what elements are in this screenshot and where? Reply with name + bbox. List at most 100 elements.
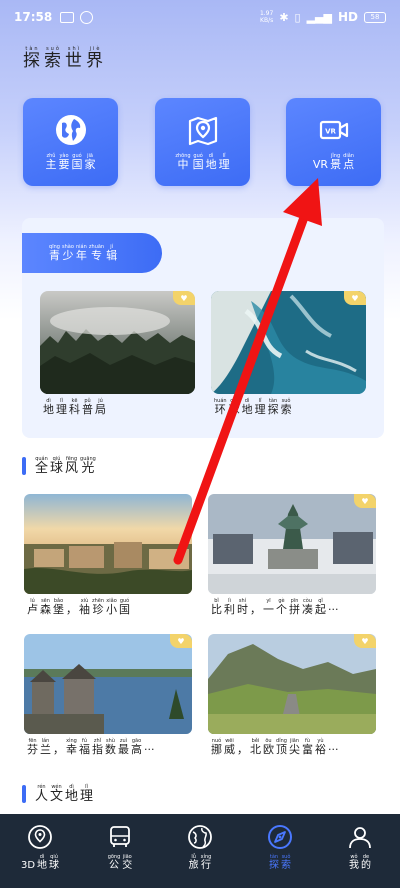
- youth-card-geography-science[interactable]: ♥: [40, 291, 195, 394]
- section-accent-bar: [22, 457, 26, 476]
- ruby-char: lǐ 理: [56, 398, 67, 416]
- battery-icon: 58: [364, 11, 386, 23]
- hanzi: 环: [214, 403, 226, 416]
- ruby-char: shí 时: [237, 598, 248, 616]
- hanzi: 点: [343, 157, 355, 171]
- check-circle-icon: [80, 10, 94, 24]
- ruby-char: dì 地: [242, 398, 253, 416]
- ruby-char: ōu 欧: [263, 738, 274, 756]
- ruby-char: guó 国: [193, 153, 204, 171]
- premium-badge: ♥: [170, 634, 192, 648]
- hanzi: 地: [37, 860, 48, 871]
- ruby-char: dì 地: [65, 784, 78, 804]
- ruby-char: dì 地: [43, 398, 54, 416]
- ruby-char: ，: [237, 738, 248, 756]
- ruby-char: fēn 芬: [27, 738, 38, 756]
- ruby-char: jiāo 交: [122, 854, 132, 871]
- network-type: HD: [337, 10, 358, 24]
- foggy-forest-image: [40, 291, 195, 394]
- scenery-card-norway[interactable]: ♥: [208, 634, 376, 734]
- hanzi: 局: [95, 403, 106, 416]
- nav-explore[interactable]: tàn 探 suǒ 索: [245, 824, 315, 871]
- nav-3d-globe[interactable]: 3D dì 地 qiú 球: [5, 824, 75, 871]
- main-countries-button[interactable]: zhǔ 主 yào 要 guó 国 jiā 家: [23, 98, 118, 186]
- svg-text:VR: VR: [325, 127, 336, 135]
- hanzi: 堡: [53, 603, 64, 616]
- ruby-char: guó 国: [119, 598, 130, 616]
- ruby-char: zuì 最: [118, 738, 129, 756]
- premium-badge: ♥: [354, 634, 376, 648]
- tab-youth-special[interactable]: qīng 青 shào 少 nián 年 zhuān 专 jí 辑: [22, 233, 162, 273]
- ruby-char: qiú 球: [50, 456, 63, 476]
- ruby-char: nián 年: [76, 244, 87, 262]
- globe-icon: [55, 114, 86, 145]
- hanzi: 挪: [211, 743, 222, 756]
- hanzi: 世: [65, 51, 84, 71]
- nav-travel[interactable]: lǚ 旅 xíng 行: [165, 824, 235, 871]
- hanzi: 卢: [27, 603, 38, 616]
- ruby-char: qiú 球: [49, 854, 59, 871]
- hanzi: 欧: [263, 743, 274, 756]
- map-pin-icon: [188, 116, 217, 146]
- hanzi: 全: [35, 461, 49, 476]
- hanzi: 球: [228, 403, 240, 416]
- ruby-char: shì 世: [65, 46, 84, 71]
- ruby-char: zhēn 珍: [92, 598, 104, 616]
- ruby-char: tàn 探: [23, 46, 42, 71]
- ruby-char: gāo 高: [131, 738, 142, 756]
- ruby-char: dǐng 顶: [276, 738, 287, 756]
- hanzi: 珍: [92, 603, 104, 616]
- status-right: 1.97 KB/s ✱ ▯ ▂▄▆ HD 58: [260, 10, 386, 24]
- hanzi: ，: [250, 603, 261, 616]
- profile-icon: [349, 827, 371, 849]
- ruby-char: jǐng 景: [330, 153, 341, 171]
- ruby-char: suǒ 索: [44, 46, 63, 71]
- bus-icon: [110, 826, 130, 847]
- ruby-char: qiú 球: [229, 398, 240, 416]
- hanzi: 少: [62, 248, 74, 262]
- hanzi: 球: [49, 860, 60, 871]
- ruby-char: xiù 袖: [79, 598, 90, 616]
- youth-card-caption-1: dì 地 lǐ 理 kē 科 pǔ 普 jú 局: [42, 398, 107, 416]
- hanzi: 起: [315, 603, 326, 616]
- ruby-char: zhuān 专: [89, 244, 104, 262]
- ruby-char: de 的: [361, 854, 371, 871]
- hanzi: 地: [241, 403, 253, 416]
- scenery-card-finland[interactable]: ♥: [24, 634, 192, 734]
- ruby-char: zhǐ 指: [92, 738, 103, 756]
- status-time: 17:58: [14, 10, 53, 24]
- ruby-char: gōng 公: [108, 854, 121, 871]
- ruby-char: ···: [328, 598, 339, 616]
- scenery-card-belgium[interactable]: ♥: [208, 494, 376, 594]
- hanzi: 地: [43, 403, 54, 416]
- youth-card-global-exploration[interactable]: ♥: [211, 291, 366, 394]
- ruby-char: bǐ 比: [211, 598, 222, 616]
- ruby-char: jú 局: [95, 398, 106, 416]
- belgium-image: [208, 494, 376, 594]
- youth-card-caption-2: huán 环 qiú 球 dì 地 lǐ 理 tàn 探 suǒ 索: [213, 398, 293, 416]
- vr-spots-button[interactable]: VR VR jǐng 景 diǎn 点: [286, 98, 381, 186]
- ruby-char: lǐ 理: [255, 398, 266, 416]
- nav-profile[interactable]: wǒ 我 de 的: [325, 824, 395, 871]
- hanzi: 文: [50, 789, 64, 804]
- nav-label: 3D dì 地 qiú 球: [20, 854, 60, 871]
- scenery-card-luxembourg[interactable]: [24, 494, 192, 594]
- hanzi: 辑: [106, 248, 118, 262]
- ruby-char: nuó 挪: [211, 738, 222, 756]
- nav-bus[interactable]: gōng 公 jiāo 交: [85, 824, 155, 871]
- ruby-char: suǒ 索: [281, 398, 292, 416]
- hanzi: 小: [106, 603, 118, 616]
- nav-label: wǒ 我 de 的: [348, 854, 372, 871]
- global-scenery-heading: quán 全 qiú 球 fēng 风 guāng 光: [22, 456, 97, 476]
- vr-spots-label: VR jǐng 景 diǎn 点: [312, 153, 355, 171]
- vibrate-icon: ▯: [294, 10, 301, 24]
- ruby-char: shù 数: [105, 738, 116, 756]
- ruby-char: lǐ 理: [219, 153, 230, 171]
- china-geography-button[interactable]: zhōng 中 guó 国 dì 地 lǐ 理: [155, 98, 250, 186]
- hanzi: 旅: [188, 860, 199, 871]
- hanzi: 威: [224, 743, 235, 756]
- norway-image: [208, 634, 376, 734]
- ruby-char: fù 富: [302, 738, 313, 756]
- ruby-char: sēn 森: [40, 598, 51, 616]
- ruby-char: ，: [250, 598, 261, 616]
